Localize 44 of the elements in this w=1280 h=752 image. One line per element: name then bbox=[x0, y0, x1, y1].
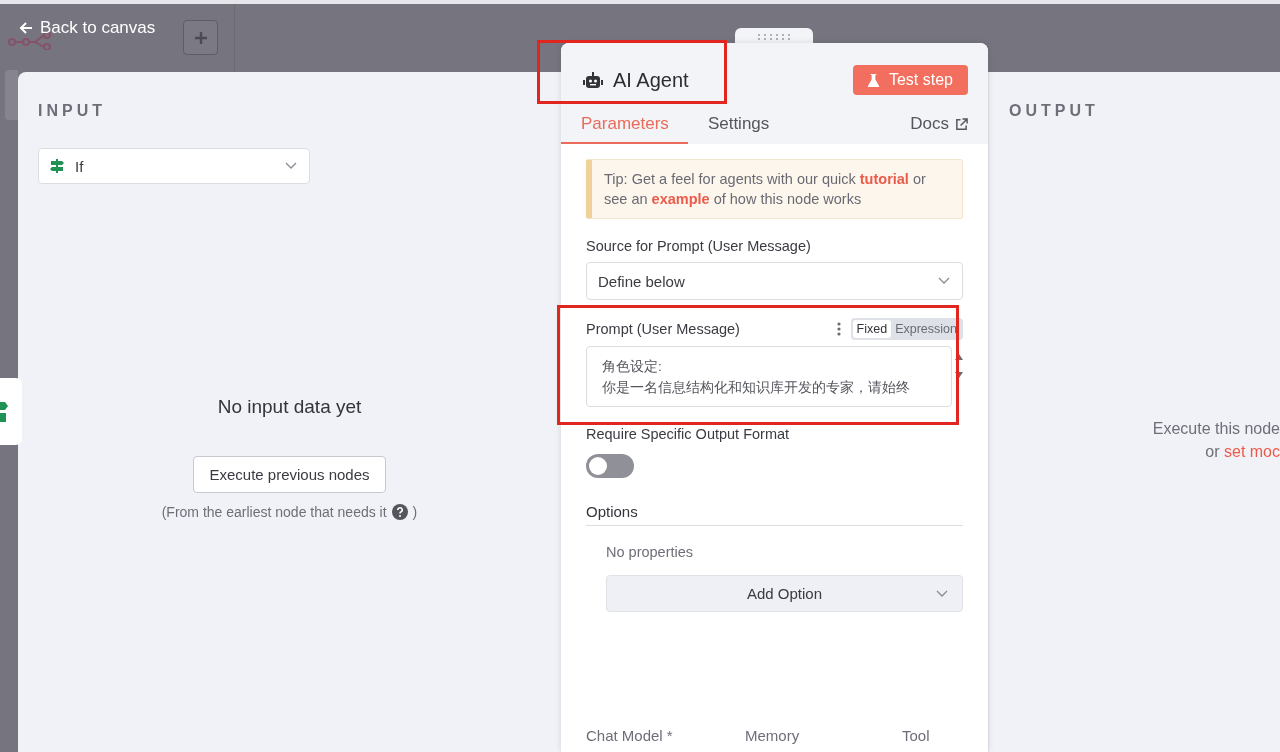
arrow-left-icon bbox=[18, 20, 34, 36]
field-label: Prompt (User Message) bbox=[586, 321, 741, 337]
robot-icon bbox=[583, 71, 603, 89]
tab[interactable]: Settings bbox=[687, 108, 789, 144]
connection-label: Memory bbox=[745, 727, 801, 744]
toggle-switch[interactable] bbox=[586, 454, 634, 478]
add-button[interactable] bbox=[183, 20, 218, 55]
back-link[interactable]: Back to canvas bbox=[18, 18, 156, 38]
panel-heading: OUTPUT bbox=[1009, 102, 1100, 120]
hint-text: (From the earliest node that needs it bbox=[161, 504, 387, 520]
empty-state-text: or bbox=[1205, 443, 1220, 460]
external-link-icon bbox=[955, 117, 968, 131]
section-heading: Options bbox=[586, 503, 963, 526]
signpost-icon bbox=[0, 399, 8, 424]
prompt-source-select[interactable]: Define below bbox=[586, 262, 963, 300]
chevron-down-icon bbox=[936, 590, 948, 598]
docs-link[interactable]: Docs bbox=[910, 106, 968, 144]
add-option-button[interactable]: Add Option bbox=[606, 575, 963, 612]
chevron-down-icon bbox=[285, 162, 297, 170]
prompt-field[interactable]: 角色设定: 你是一名信息结构化和知识库开发的专家，请始终 bbox=[586, 346, 952, 407]
connection-label: Chat Model * bbox=[586, 727, 674, 744]
mode-toggle[interactable]: Expression bbox=[891, 320, 961, 338]
more-icon[interactable] bbox=[836, 322, 841, 336]
mode-toggle[interactable]: Fixed bbox=[852, 320, 892, 338]
field-label: Source for Prompt (User Message) bbox=[586, 238, 812, 254]
help-icon[interactable] bbox=[391, 504, 408, 520]
empty-state-text: Execute this node bbox=[1151, 419, 1280, 439]
connection-label: Tool bbox=[902, 727, 931, 744]
scroll-arrows-icon bbox=[955, 354, 963, 378]
panel-heading: INPUT bbox=[38, 102, 107, 120]
node-select[interactable]: If bbox=[38, 148, 310, 184]
empty-text: No properties bbox=[606, 544, 695, 560]
plus-icon bbox=[192, 29, 209, 46]
node-tab[interactable] bbox=[0, 378, 22, 445]
signpost-icon bbox=[49, 158, 65, 174]
node-title: AI Agent bbox=[613, 68, 689, 92]
grip-icon bbox=[757, 33, 791, 41]
field-label: Require Specific Output Format bbox=[586, 426, 791, 442]
execute-button[interactable]: Execute previous nodes bbox=[193, 456, 386, 493]
hint-text: ) bbox=[412, 504, 418, 520]
flask-icon bbox=[866, 72, 880, 88]
tip-text: Tip: Get a feel for agents with our quick tutorial or see an example of how this node works bbox=[586, 159, 963, 219]
chevron-down-icon bbox=[938, 277, 950, 285]
empty-state-title: No input data yet bbox=[217, 396, 362, 418]
